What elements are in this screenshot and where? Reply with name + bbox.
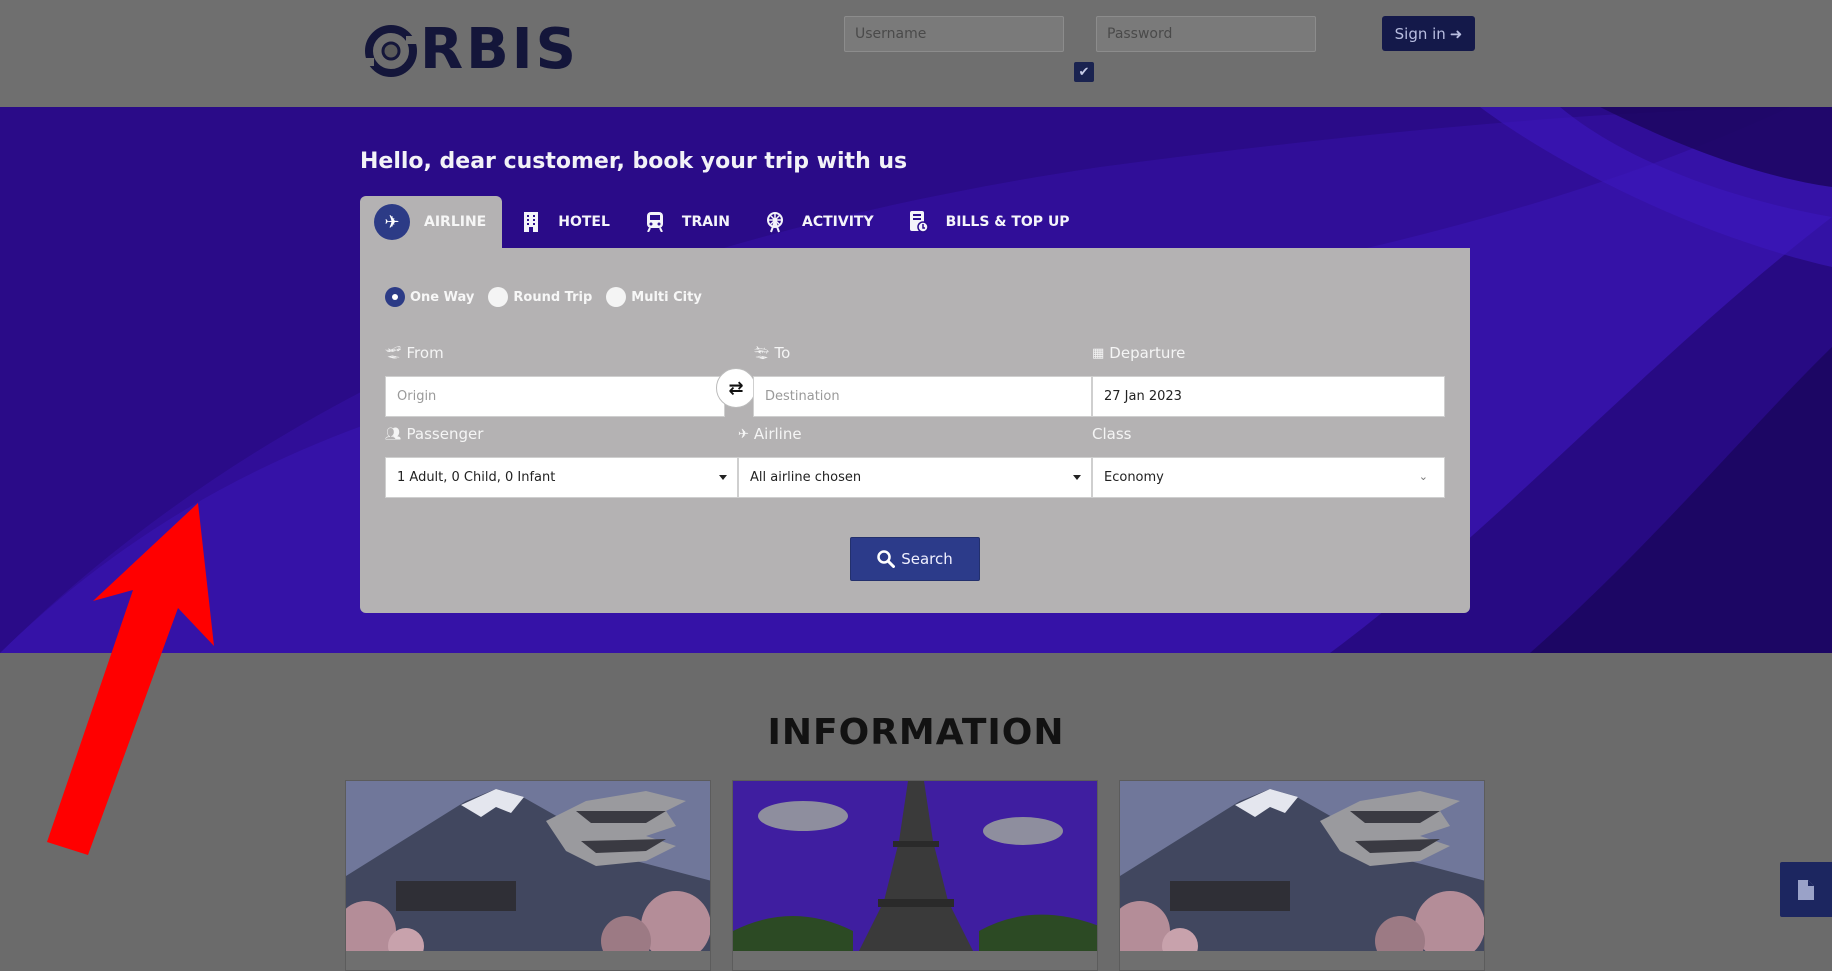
departure-label: ▦ Departure: [1092, 344, 1185, 362]
airline-select[interactable]: All airline chosen: [738, 457, 1092, 498]
radio-label: Multi City: [631, 289, 702, 305]
radio-round-trip[interactable]: Round Trip: [488, 287, 592, 307]
passenger-label: 👥︎ Passenger: [385, 425, 483, 443]
airline-value: All airline chosen: [750, 470, 862, 485]
caret-down-icon: [719, 475, 727, 480]
tab-label: AIRLINE: [424, 214, 487, 230]
departure-date-input[interactable]: 27 Jan 2023: [1092, 376, 1445, 417]
to-label: 🛬︎ To: [753, 344, 790, 362]
plane-departure-icon: 🛫︎: [385, 345, 402, 361]
trip-type-group: One Way Round Trip Multi City: [385, 287, 708, 307]
hero-section: Hello, dear customer, book your trip wit…: [0, 107, 1832, 653]
chevron-down-icon: ⌄: [1418, 470, 1428, 483]
tab-label: ACTIVITY: [801, 214, 874, 230]
users-icon: 👥︎: [385, 426, 402, 442]
calendar-icon: ▦: [1092, 345, 1105, 361]
information-title: INFORMATION: [767, 712, 1065, 753]
signin-label: Sign in: [1394, 24, 1446, 43]
document-float-button[interactable]: [1780, 862, 1832, 917]
search-button[interactable]: Search: [850, 537, 980, 581]
caret-down-icon: [1073, 475, 1081, 480]
airline-label: ✈ Airline: [738, 425, 802, 443]
tab-label: HOTEL: [558, 214, 610, 230]
booking-panel: One Way Round Trip Multi City 🛫︎ From Or…: [360, 248, 1470, 613]
swap-arrows-icon: ⇄: [728, 377, 744, 399]
ferris-wheel-icon: [762, 209, 788, 235]
info-card-japan-1[interactable]: [345, 780, 711, 971]
file-icon: [1798, 879, 1814, 900]
destination-input[interactable]: Destination: [753, 376, 1092, 417]
radio-label: One Way: [410, 289, 475, 305]
search-label: Search: [901, 550, 953, 568]
train-icon: [642, 209, 668, 235]
logo-o-icon: [364, 25, 417, 77]
plane-arrival-icon: 🛬︎: [753, 345, 770, 361]
passenger-select[interactable]: 1 Adult, 0 Child, 0 Infant: [385, 457, 738, 498]
eiffel-tower-image: [733, 781, 1097, 951]
radio-one-way[interactable]: One Way: [385, 287, 474, 307]
class-select[interactable]: Economy ⌄: [1092, 457, 1445, 498]
radio-multi-city[interactable]: Multi City: [606, 287, 702, 307]
tab-label: BILLS & TOP UP: [945, 214, 1070, 230]
tab-airline[interactable]: ✈ AIRLINE: [360, 196, 503, 248]
radio-label: Round Trip: [513, 289, 593, 305]
info-card-japan-2[interactable]: [1119, 780, 1485, 971]
signin-button[interactable]: Sign in ➜: [1382, 16, 1475, 51]
tab-label: TRAIN: [681, 214, 730, 230]
tab-bills-topup[interactable]: BILLS & TOP UP: [890, 196, 1086, 248]
hero-title: Hello, dear customer, book your trip wit…: [360, 149, 908, 174]
from-label-text: From: [406, 344, 444, 362]
bill-icon: [906, 209, 932, 235]
radio-dot: [606, 287, 627, 307]
from-label: 🛫︎ From: [385, 344, 444, 362]
plane-icon: ✈: [738, 426, 749, 442]
signin-icon: ➜: [1449, 24, 1463, 43]
site-header: RBIS ✔ Sign in ➜: [0, 0, 1832, 107]
remember-me-checkbox[interactable]: ✔: [1074, 62, 1094, 82]
departure-label-text: Departure: [1109, 344, 1186, 362]
airplane-icon: ✈: [374, 204, 410, 240]
airline-label-text: Airline: [753, 425, 802, 443]
swap-direction-button[interactable]: ⇄: [716, 368, 756, 408]
class-label: Class: [1092, 425, 1131, 443]
class-label-text: Class: [1092, 425, 1132, 443]
tab-train[interactable]: TRAIN: [626, 196, 746, 248]
radio-dot: [488, 287, 509, 307]
search-icon: [877, 550, 896, 568]
radio-dot: [385, 287, 405, 307]
orbis-logo[interactable]: RBIS: [362, 20, 579, 80]
username-input[interactable]: [844, 16, 1064, 52]
tab-activity[interactable]: ACTIVITY: [746, 196, 890, 248]
booking-tabs: ✈ AIRLINE HOTEL TRAIN ACTIVITY BILLS & T…: [360, 196, 1086, 248]
logo-text: RBIS: [420, 17, 579, 82]
building-icon: [518, 209, 544, 235]
passenger-value: 1 Adult, 0 Child, 0 Infant: [397, 470, 556, 485]
origin-input[interactable]: Origin: [385, 376, 725, 417]
class-value: Economy: [1104, 470, 1164, 485]
japan-castle-image: [346, 781, 710, 951]
to-label-text: To: [774, 344, 791, 362]
password-input[interactable]: [1096, 16, 1316, 52]
tab-hotel[interactable]: HOTEL: [502, 196, 626, 248]
info-card-paris[interactable]: [732, 780, 1098, 971]
passenger-label-text: Passenger: [406, 425, 484, 443]
japan-castle-image: [1120, 781, 1484, 951]
